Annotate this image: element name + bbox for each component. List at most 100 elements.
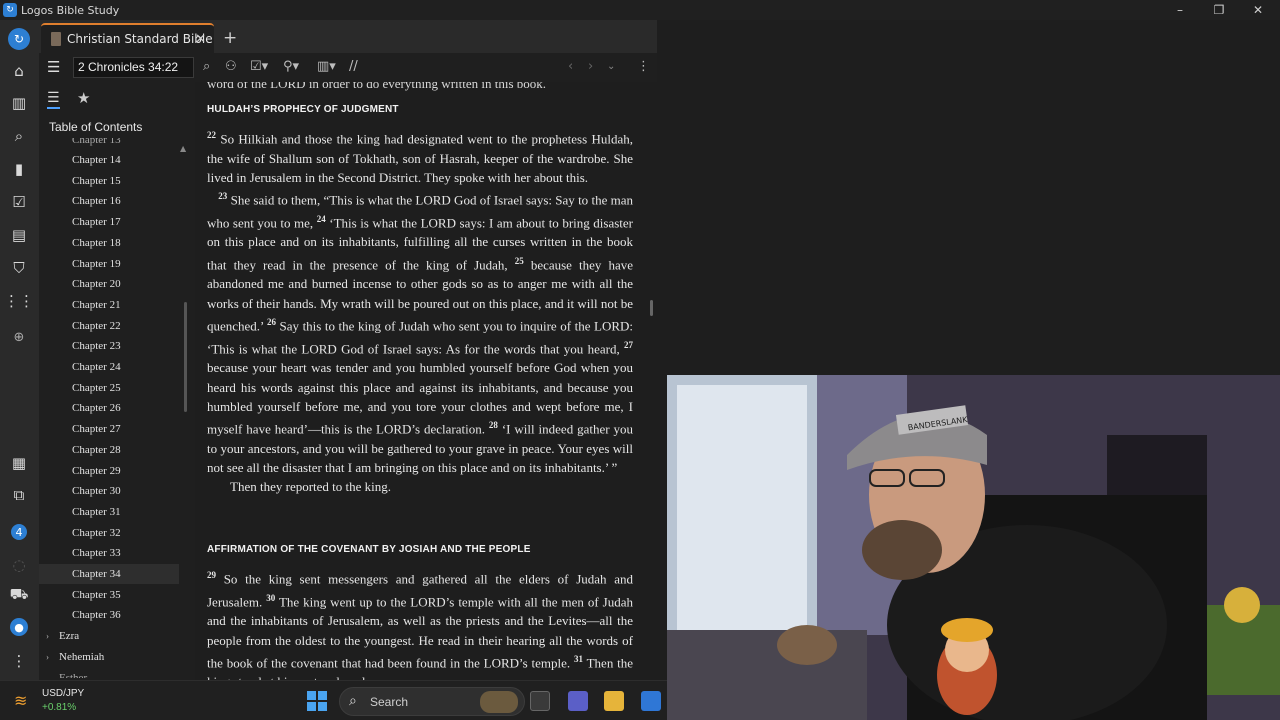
reference-input[interactable]: 2 Chronicles 34:22 bbox=[73, 57, 194, 78]
toc-item[interactable]: Chapter 19 bbox=[39, 254, 179, 274]
verse-number[interactable]: 23 bbox=[218, 191, 227, 201]
toc-item[interactable]: Chapter 32 bbox=[39, 523, 179, 543]
verse-number[interactable]: 30 bbox=[266, 593, 275, 603]
toc-item[interactable]: Chapter 17 bbox=[39, 212, 179, 232]
view-mode-icon[interactable]: ▥▾ bbox=[317, 59, 336, 75]
close-tab-icon[interactable]: ✕ bbox=[195, 32, 206, 47]
search-icon: ⌕ bbox=[349, 693, 357, 709]
home-icon[interactable]: ⌂ bbox=[8, 60, 30, 82]
toc-item[interactable]: Chapter 18 bbox=[39, 233, 179, 253]
verse-number[interactable]: 22 bbox=[207, 130, 216, 140]
toc-item[interactable]: Chapter 36 bbox=[39, 605, 179, 625]
reader-scrollbar[interactable] bbox=[650, 300, 653, 316]
verse-number[interactable]: 24 bbox=[317, 214, 326, 224]
verse-number[interactable]: 25 bbox=[515, 256, 524, 266]
ticker-change: +0.81% bbox=[42, 702, 77, 713]
forward-icon[interactable]: › bbox=[588, 59, 593, 75]
resource-toolbar: ☰ 2 Chronicles 34:22 ⌕ ⚇ ☑▾ ⚲▾ ▥▾ // ‹ ›… bbox=[39, 53, 657, 82]
bible-text-pane: word of the LORD in order to do everythi… bbox=[195, 82, 657, 680]
scroll-up-icon[interactable]: ▲ bbox=[180, 144, 186, 153]
taskbar-search-box[interactable]: ⌕ Search bbox=[339, 687, 525, 716]
toc-item[interactable]: Chapter 27 bbox=[39, 419, 179, 439]
webcam-scene: BANDERSLANK bbox=[667, 375, 1280, 720]
cart-icon[interactable]: ⛟ bbox=[8, 584, 30, 606]
toc-item[interactable]: Chapter 15 bbox=[39, 171, 179, 191]
more-menu-icon[interactable]: ⋮ bbox=[8, 650, 30, 672]
verse-number[interactable]: 27 bbox=[624, 340, 633, 350]
verse-number[interactable]: 29 bbox=[207, 570, 216, 580]
toc-item[interactable]: Chapter 14 bbox=[39, 150, 179, 170]
toc-item[interactable]: Chapter 26 bbox=[39, 398, 179, 418]
documents-icon[interactable]: ▤ bbox=[8, 224, 30, 246]
teams-icon[interactable] bbox=[568, 691, 588, 711]
toc-item[interactable]: Chapter 13 bbox=[39, 138, 179, 150]
back-icon[interactable]: ‹ bbox=[568, 59, 573, 75]
tab-christian-standard-bible[interactable]: Christian Standard Bible ✕ bbox=[41, 23, 214, 53]
panel-menu-icon[interactable]: ☰ bbox=[47, 59, 63, 75]
title-bar[interactable]: ↻ Logos Bible Study – ❐ ✕ bbox=[0, 0, 1280, 20]
file-explorer-icon[interactable] bbox=[604, 691, 624, 711]
close-window-button[interactable]: ✕ bbox=[1238, 0, 1278, 20]
section-heading: AFFIRMATION OF THE COVENANT BY JOSIAH AN… bbox=[207, 544, 531, 555]
verse-text: The king went up to the LORD’s temple wi… bbox=[207, 593, 633, 671]
detach-icon[interactable]: ⧉ bbox=[8, 484, 30, 506]
history-dropdown-icon[interactable]: ⌄ bbox=[607, 59, 615, 75]
toc-item[interactable]: Chapter 25 bbox=[39, 378, 179, 398]
logos-home-icon[interactable]: ↻ bbox=[8, 28, 30, 50]
layouts-icon[interactable]: ▦ bbox=[8, 452, 30, 474]
toc-book-item[interactable]: Esther bbox=[39, 668, 179, 679]
toc-item[interactable]: Chapter 28 bbox=[39, 440, 179, 460]
tools-grid-icon[interactable]: ⋮⋮ bbox=[4, 290, 34, 312]
toc-item[interactable]: Chapter 29 bbox=[39, 461, 179, 481]
search-icon[interactable]: ⌕ bbox=[8, 125, 30, 147]
more-options-icon[interactable]: ⋮ bbox=[637, 59, 650, 75]
visual-filters-icon[interactable]: ☑▾ bbox=[250, 59, 268, 75]
account-icon[interactable]: ● bbox=[10, 618, 28, 636]
chevron-right-icon[interactable]: › bbox=[46, 647, 49, 667]
toc-item[interactable]: Chapter 34 bbox=[39, 564, 179, 584]
add-icon[interactable]: ⊕ bbox=[8, 326, 30, 348]
toc-book-item[interactable]: › Ezra bbox=[39, 626, 179, 646]
toc-item[interactable]: Chapter 21 bbox=[39, 295, 179, 315]
library-icon[interactable]: ▥ bbox=[8, 92, 30, 114]
verse-number[interactable]: 31 bbox=[574, 654, 583, 664]
stocks-widget-icon[interactable]: ≋ bbox=[14, 691, 34, 711]
toc-item[interactable]: Chapter 35 bbox=[39, 585, 179, 605]
verse-number[interactable]: 28 bbox=[489, 420, 498, 430]
toc-item[interactable]: Chapter 16 bbox=[39, 191, 179, 211]
toc-item[interactable]: Chapter 23 bbox=[39, 336, 179, 356]
start-button-icon[interactable] bbox=[307, 691, 327, 711]
verse-text: Then they reported to the king. bbox=[230, 479, 392, 495]
people-icon[interactable]: ⚇ bbox=[225, 59, 237, 75]
loading-icon: ◌ bbox=[12, 556, 26, 574]
toc-item[interactable]: Chapter 33 bbox=[39, 543, 179, 563]
ticker-name[interactable]: USD/JPY bbox=[42, 688, 84, 699]
favorites-tab-icon[interactable]: ★ bbox=[77, 89, 90, 107]
toc-tab-icon[interactable]: ☰ bbox=[47, 90, 60, 109]
interlinear-icon[interactable]: ⚲▾ bbox=[283, 59, 299, 75]
task-view-icon[interactable] bbox=[530, 691, 550, 711]
book-icon bbox=[51, 32, 61, 46]
toc-book-item[interactable]: › Nehemiah bbox=[39, 647, 179, 667]
toc-item[interactable]: Chapter 30 bbox=[39, 481, 179, 501]
toc-scrollbar[interactable] bbox=[184, 302, 187, 412]
parallel-icon[interactable]: // bbox=[349, 59, 358, 75]
search-resource-icon[interactable]: ⌕ bbox=[203, 59, 210, 75]
minimize-button[interactable]: – bbox=[1160, 0, 1200, 20]
notifications-icon[interactable]: 4 bbox=[11, 524, 27, 540]
toc-item[interactable]: Chapter 22 bbox=[39, 316, 179, 336]
maximize-button[interactable]: ❐ bbox=[1199, 0, 1239, 20]
checklist-icon[interactable]: ☑ bbox=[8, 191, 30, 213]
toc-item[interactable]: Chapter 31 bbox=[39, 502, 179, 522]
toc-item[interactable]: Chapter 20 bbox=[39, 274, 179, 294]
chevron-right-icon[interactable]: › bbox=[46, 626, 49, 646]
guides-icon[interactable]: ▮ bbox=[8, 158, 30, 180]
toc-book-label: Ezra bbox=[59, 630, 80, 643]
verse-number[interactable]: 26 bbox=[267, 317, 276, 327]
store-icon[interactable] bbox=[641, 691, 661, 711]
toc-item[interactable]: Chapter 24 bbox=[39, 357, 179, 377]
shield-icon[interactable]: ⛉ bbox=[8, 257, 30, 279]
desktop: ↻ Logos Bible Study – ❐ ✕ ↻ ⌂ ▥ ⌕ ▮ ☑ ▤ … bbox=[0, 0, 1280, 720]
new-tab-button[interactable]: + bbox=[223, 28, 237, 48]
logos-app-icon: ↻ bbox=[3, 3, 17, 17]
